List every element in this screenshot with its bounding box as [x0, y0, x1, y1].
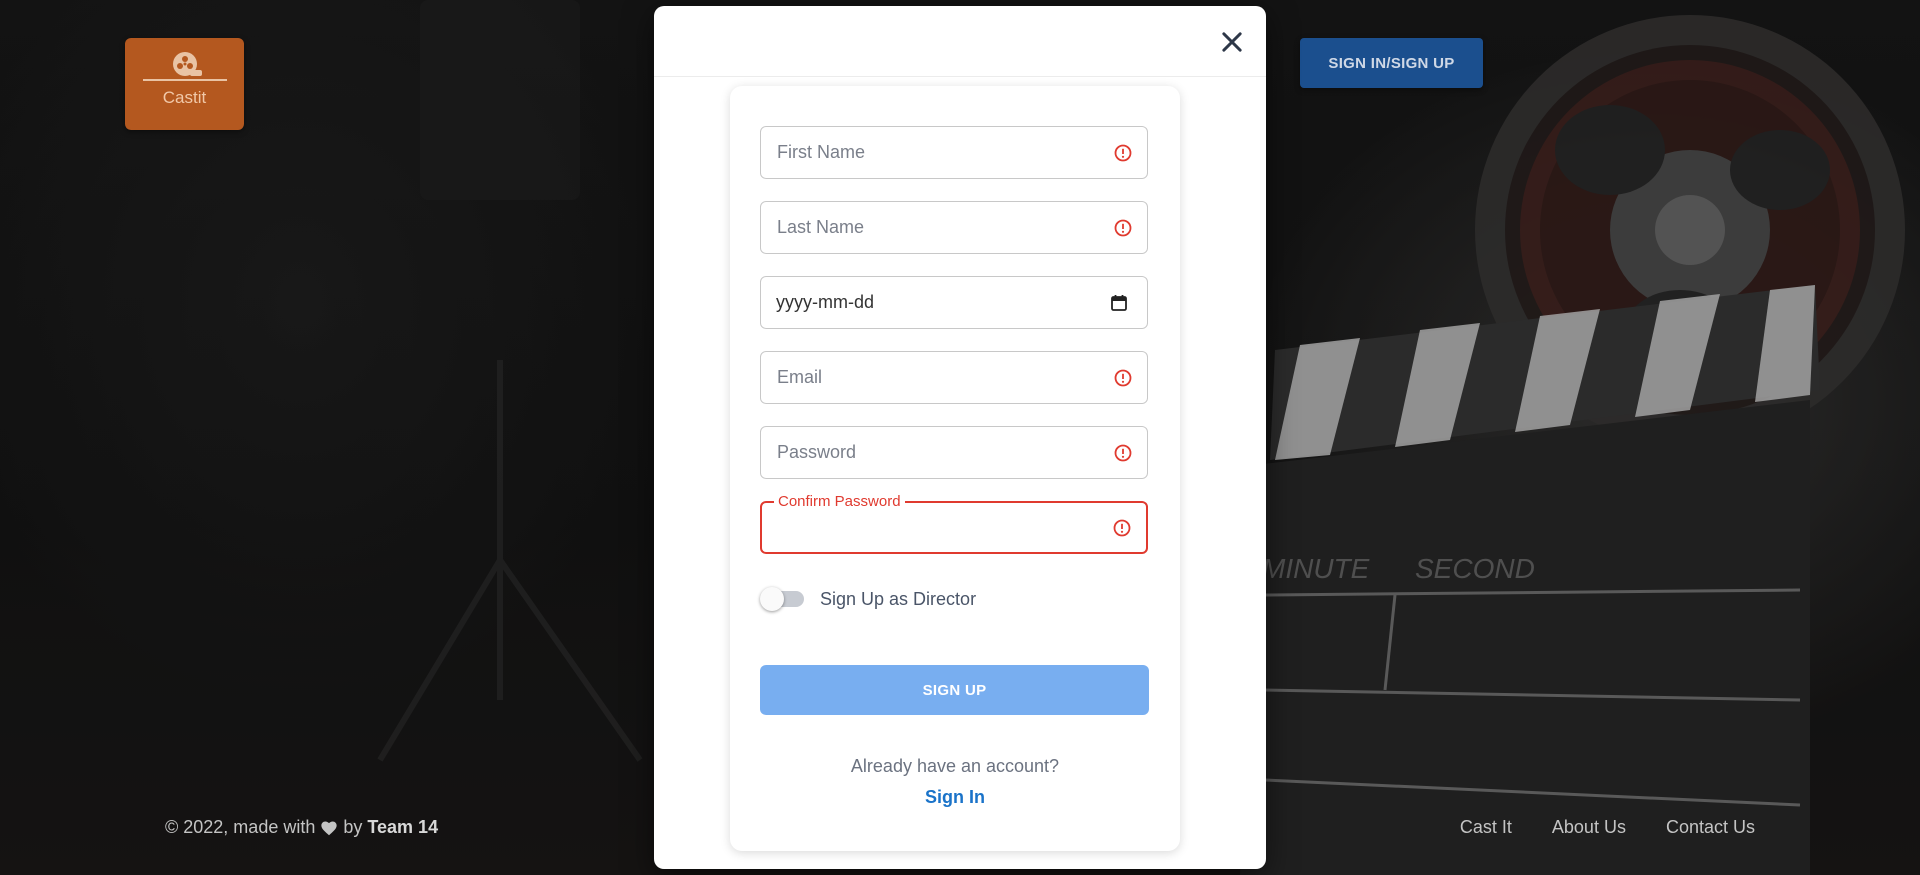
heart-icon — [321, 820, 337, 835]
first-name-field — [760, 126, 1148, 179]
footer-copyright: © 2022, made with by Team 14 — [165, 817, 438, 838]
modal-header — [654, 6, 1266, 77]
account-prompt: Already have an account? — [850, 756, 1060, 776]
director-toggle-switch[interactable] — [760, 586, 806, 612]
error-icon — [1114, 369, 1132, 386]
password-field — [760, 426, 1148, 479]
signup-form-card: yyyy-mm-dd Conf — [730, 86, 1180, 851]
signup-modal: yyyy-mm-dd Conf — [654, 6, 1266, 869]
last-name-input[interactable] — [761, 202, 1113, 253]
error-icon — [1114, 219, 1132, 236]
toggle-knob — [760, 587, 784, 611]
logo-text: Castit — [162, 88, 207, 107]
error-icon — [1114, 444, 1132, 461]
email-field — [760, 351, 1148, 404]
error-icon — [1113, 519, 1131, 536]
close-icon[interactable] — [1218, 28, 1246, 56]
email-input[interactable] — [761, 352, 1113, 403]
footer-link-about-us[interactable]: About Us — [1552, 817, 1626, 838]
date-of-birth-field[interactable]: yyyy-mm-dd — [760, 276, 1148, 329]
footer-link-cast-it[interactable]: Cast It — [1460, 817, 1512, 838]
footer-link-contact-us[interactable]: Contact Us — [1666, 817, 1755, 838]
footer-links: Cast It About Us Contact Us — [1460, 817, 1755, 838]
team-name: Team 14 — [367, 817, 439, 837]
last-name-field — [760, 201, 1148, 254]
sign-up-button[interactable]: SIGN UP — [760, 665, 1149, 715]
director-toggle-label[interactable]: Sign Up as Director — [820, 589, 976, 610]
sign-in-link[interactable]: Sign In — [730, 787, 1180, 808]
first-name-input[interactable] — [761, 127, 1113, 178]
director-toggle-row: Sign Up as Director — [760, 586, 976, 612]
by-text: by — [343, 817, 363, 837]
confirm-password-field: Confirm Password — [760, 493, 1148, 554]
confirm-password-label: Confirm Password — [774, 493, 905, 510]
password-input[interactable] — [761, 427, 1113, 478]
sign-in-sign-up-button[interactable]: SIGN IN/SIGN UP — [1300, 38, 1483, 88]
film-reel-icon — [142, 52, 227, 81]
calendar-icon[interactable] — [1109, 293, 1129, 313]
date-input[interactable]: yyyy-mm-dd — [761, 292, 1109, 313]
error-icon — [1114, 144, 1132, 161]
confirm-password-input[interactable] — [762, 503, 1112, 552]
castit-logo[interactable]: Castit — [125, 38, 244, 130]
copyright-text: © 2022, made with — [165, 817, 316, 837]
